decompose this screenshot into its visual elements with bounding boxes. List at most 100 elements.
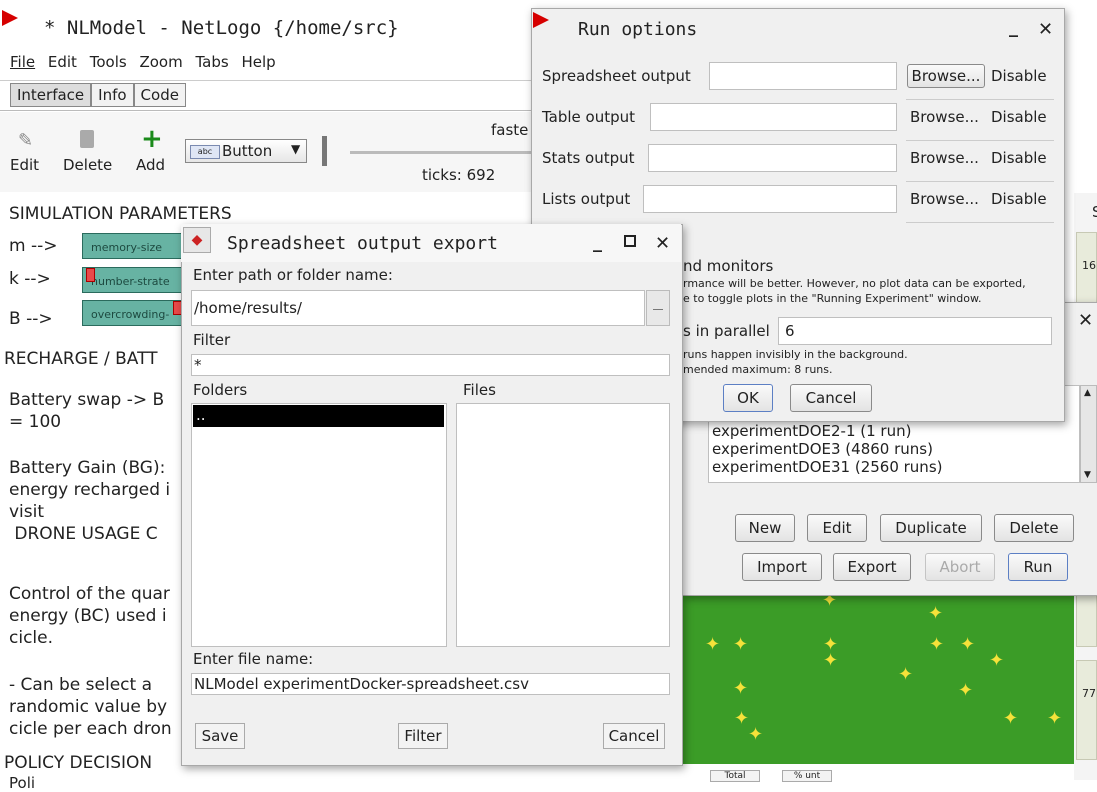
- import-button[interactable]: Import: [742, 553, 822, 581]
- run-options-title: Run options: [578, 19, 698, 40]
- poli-text: Poli: [9, 774, 36, 792]
- minimize-icon[interactable]: _: [593, 232, 602, 253]
- overcrowding-slider-label: overcrowding-: [91, 308, 170, 321]
- add-button[interactable]: Add: [136, 156, 165, 174]
- drone-agent-icon: ✦: [898, 664, 914, 685]
- netlogo-logo-icon: [533, 12, 549, 28]
- minimize-icon[interactable]: _: [1009, 17, 1018, 38]
- perf-note-line2: e to toggle plots in the "Running Experi…: [683, 292, 982, 305]
- table-output-field[interactable]: [650, 103, 897, 131]
- menu-help[interactable]: Help: [242, 53, 276, 71]
- slider-handle[interactable]: [86, 268, 95, 282]
- stats-browse-button[interactable]: Browse...: [910, 149, 979, 167]
- tab-info[interactable]: Info: [91, 83, 134, 107]
- cancel-export-button[interactable]: Cancel: [603, 723, 665, 749]
- folders-list[interactable]: ..: [191, 403, 447, 647]
- plots-monitors-label: nd monitors: [683, 257, 774, 275]
- java-app-icon: ◆: [183, 227, 211, 253]
- maximize-icon[interactable]: [624, 235, 636, 247]
- ok-button[interactable]: OK: [723, 384, 773, 412]
- memory-size-slider[interactable]: memory-size: [82, 233, 182, 259]
- drone-agent-icon: ✦: [989, 650, 1005, 671]
- files-list[interactable]: [456, 403, 670, 647]
- drone-agent-icon: ✦: [958, 680, 974, 701]
- spreadsheet-disable-button[interactable]: Disable: [991, 67, 1047, 85]
- recharge-heading: RECHARGE / BATT: [4, 349, 158, 369]
- run-button[interactable]: Run: [1008, 553, 1068, 581]
- export-button[interactable]: Export: [833, 553, 911, 581]
- drone-agent-icon: ✦: [823, 650, 839, 671]
- button-widget-icon: abc: [190, 145, 220, 159]
- stats-disable-button[interactable]: Disable: [991, 149, 1047, 167]
- edit-button[interactable]: Edit: [10, 156, 39, 174]
- abort-button[interactable]: Abort: [925, 553, 995, 581]
- drone-agent-icon: ✦: [960, 634, 976, 655]
- delete-button[interactable]: Delete: [63, 156, 112, 174]
- parallel-note: runs happen invisibly in the background.…: [683, 347, 908, 377]
- lists-browse-button[interactable]: Browse...: [910, 190, 979, 208]
- lists-output-field[interactable]: [643, 185, 897, 213]
- spreadsheet-output-field[interactable]: [709, 62, 897, 90]
- close-icon[interactable]: ✕: [1038, 19, 1053, 40]
- drone-agent-icon: ✦: [734, 708, 750, 729]
- save-button[interactable]: Save: [195, 723, 245, 749]
- control-text: Control of the quar: [9, 584, 170, 604]
- path-history-button[interactable]: [646, 290, 670, 326]
- stats-output-field[interactable]: [648, 144, 897, 172]
- duplicate-experiment-button[interactable]: Duplicate: [880, 514, 982, 542]
- speed-slider[interactable]: [350, 151, 535, 154]
- memory-size-slider-label: memory-size: [91, 241, 163, 254]
- filter-button[interactable]: Filter: [398, 723, 448, 749]
- drone-agent-icon: ✦: [928, 603, 944, 624]
- file-name-input[interactable]: NLModel experimentDocker-spreadsheet.csv: [191, 673, 670, 695]
- plus-icon: +: [141, 124, 163, 154]
- close-icon[interactable]: ✕: [1078, 310, 1093, 331]
- filter-input[interactable]: *: [191, 354, 670, 376]
- number-strategies-slider[interactable]: number-strate: [82, 267, 182, 293]
- menu-tools[interactable]: Tools: [90, 53, 127, 71]
- edit-experiment-button[interactable]: Edit: [807, 514, 867, 542]
- list-item[interactable]: experimentDOE2-1 (1 run): [712, 422, 1079, 440]
- total-button[interactable]: Total: [710, 770, 760, 782]
- scroll-up-icon[interactable]: ▲: [1084, 388, 1091, 398]
- perf-note-line1: rmance will be better. However, no plot …: [683, 277, 1026, 290]
- speed-label: faste: [491, 121, 529, 139]
- menu-tabs[interactable]: Tabs: [196, 53, 229, 71]
- parallel-note-line1: runs happen invisibly in the background.: [683, 348, 908, 361]
- menu-zoom[interactable]: Zoom: [139, 53, 182, 71]
- menu-edit[interactable]: Edit: [48, 53, 77, 71]
- widget-type-dropdown[interactable]: abc Button ▼: [185, 139, 307, 163]
- path-input[interactable]: /home/results/: [191, 290, 645, 326]
- pencil-icon: ✎: [18, 130, 34, 151]
- close-icon[interactable]: ✕: [655, 233, 670, 254]
- cicle-per-text: cicle per each dron: [9, 719, 172, 739]
- netlogo-logo-icon: [2, 10, 18, 26]
- sim-params-heading: SIMULATION PARAMETERS: [9, 204, 232, 224]
- menu-file[interactable]: File: [10, 53, 35, 71]
- list-item[interactable]: experimentDOE3 (4860 runs): [712, 440, 1079, 458]
- new-experiment-button[interactable]: New: [735, 514, 795, 542]
- scroll-down-icon[interactable]: ▼: [1084, 470, 1091, 480]
- lists-disable-button[interactable]: Disable: [991, 190, 1047, 208]
- filter-label: Filter: [193, 331, 231, 349]
- parallel-runs-field[interactable]: 6: [778, 317, 1052, 345]
- delete-experiment-button[interactable]: Delete: [994, 514, 1074, 542]
- spreadsheet-browse-button[interactable]: Browse...: [907, 64, 985, 88]
- folder-item-parent[interactable]: ..: [193, 405, 444, 427]
- list-item[interactable]: experimentDOE31 (2560 runs): [712, 458, 1079, 476]
- drone-agent-icon: ✦: [1047, 708, 1063, 729]
- overcrowding-slider[interactable]: overcrowding-: [82, 300, 182, 326]
- table-disable-button[interactable]: Disable: [991, 108, 1047, 126]
- list-scrollbar[interactable]: ▲ ▼: [1080, 385, 1097, 483]
- monitor-77-value: 77: [1082, 687, 1096, 700]
- tab-code[interactable]: Code: [133, 83, 186, 107]
- table-browse-button[interactable]: Browse...: [910, 108, 979, 126]
- table-output-label: Table output: [542, 108, 636, 126]
- cancel-run-options-button[interactable]: Cancel: [790, 384, 872, 412]
- percent-button[interactable]: % unt: [782, 770, 832, 782]
- folders-label: Folders: [193, 381, 248, 399]
- tab-strip: Interface Info Code: [10, 83, 186, 107]
- tab-interface[interactable]: Interface: [10, 83, 92, 107]
- files-label: Files: [463, 381, 496, 399]
- main-window-title: * NLModel - NetLogo {/home/src}: [44, 17, 399, 39]
